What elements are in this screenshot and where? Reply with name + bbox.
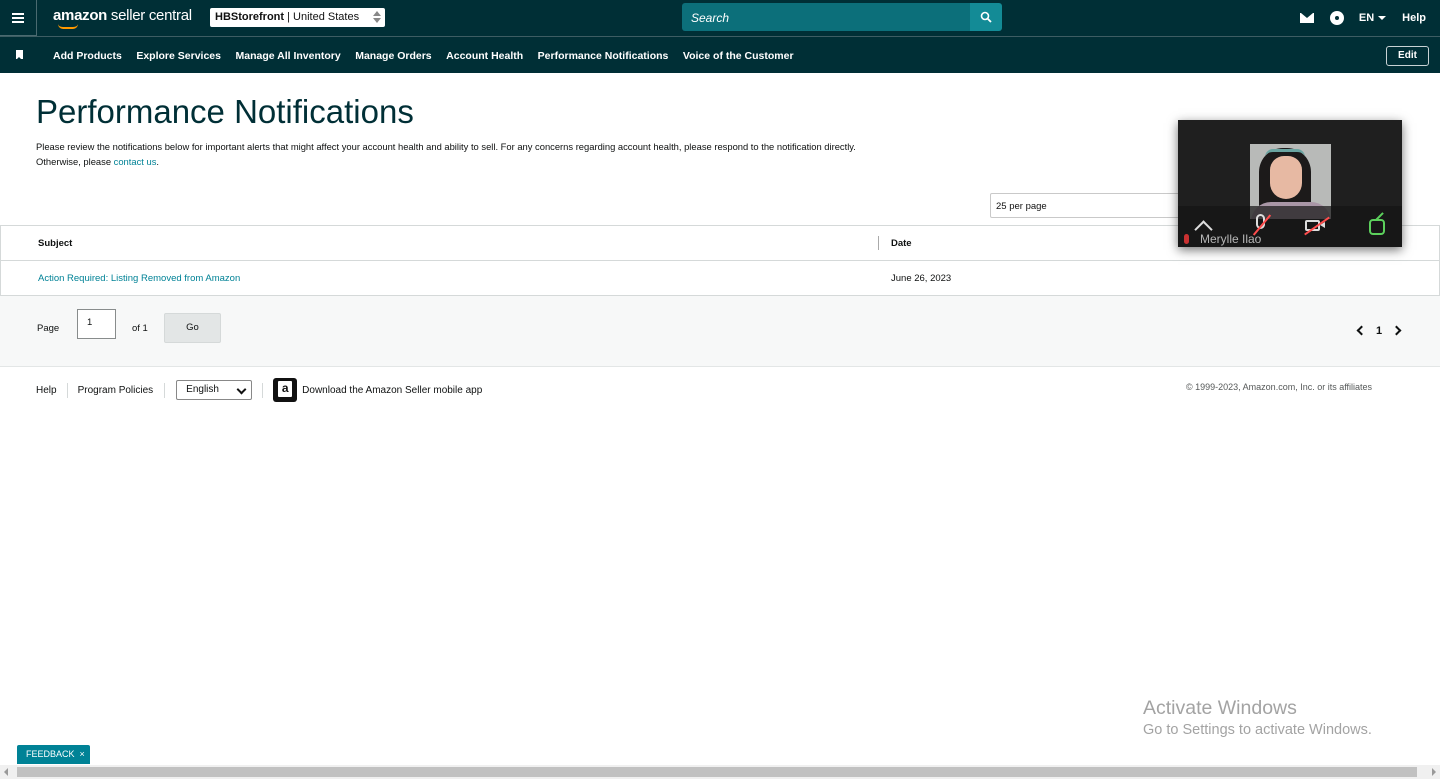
nav-item-add-products[interactable]: Add Products [53,50,122,62]
download-app-link[interactable]: Download the Amazon Seller mobile app [302,385,482,396]
chevron-left-icon[interactable] [1356,325,1367,336]
contact-us-link[interactable]: contact us [114,156,157,167]
nav-links: Add Products Explore Services Manage All… [53,37,808,74]
chevron-right-icon[interactable] [1391,325,1402,336]
amazon-smile-icon [58,24,78,29]
pagination-bar: Page 1 of 1 Go 1 [0,296,1440,367]
feedback-label: FEEDBACK [26,749,75,759]
updown-arrows-icon [373,11,381,23]
windows-activation-title: Activate Windows [1143,697,1297,719]
intro-line-1: Please review the notifications below fo… [36,141,856,152]
notification-date: June 26, 2023 [891,273,952,284]
store-selector[interactable]: HBStorefront | United States [210,8,385,27]
intro-line-2-suffix: . [156,156,159,167]
page-of-label: of 1 [132,323,148,334]
footer-divider [262,382,264,398]
top-bar: amazon seller central HBStorefront | Uni… [0,0,1440,36]
help-link[interactable]: Help [1402,12,1426,24]
column-divider [878,236,879,250]
nav-item-account-health[interactable]: Account Health [446,50,523,62]
nav-item-manage-all-inventory[interactable]: Manage All Inventory [235,50,340,62]
seller-central-logo[interactable]: amazon seller central [53,7,192,24]
nav-item-performance-notifications[interactable]: Performance Notifications [538,50,669,62]
current-page-number[interactable]: 1 [1376,325,1382,337]
participant-name: Merylle Ilao [1200,232,1262,246]
footer-divider [164,382,166,398]
feedback-tab[interactable]: FEEDBACK × [17,745,90,764]
logo-text-strong: amazon [53,7,108,24]
footer-help-link[interactable]: Help [36,385,57,396]
edit-nav-button[interactable]: Edit [1386,46,1429,66]
page-navigator: 1 [1355,325,1405,339]
search-placeholder: Search [691,11,730,25]
bookmark-icon[interactable] [16,50,23,60]
search-button[interactable] [970,3,1002,31]
nav-bar: Add Products Explore Services Manage All… [0,36,1440,73]
logo-text-rest: seller central [107,7,192,24]
muted-indicator-icon [1184,234,1189,244]
scroll-left-icon[interactable] [4,768,8,776]
go-button[interactable]: Go [164,313,221,343]
footer-divider [66,382,68,398]
hamburger-icon[interactable] [0,0,37,36]
search-icon [980,11,992,23]
nav-item-voice-of-the-customer[interactable]: Voice of the Customer [683,50,794,62]
column-header-subject[interactable]: Subject [38,238,72,249]
store-region: | United States [284,11,360,23]
footer-language-select[interactable]: English [176,380,253,400]
search-input[interactable]: Search [682,3,970,31]
page-title: Performance Notifications [36,93,414,130]
page-label: Page [37,323,60,334]
windows-activation-subtitle: Go to Settings to activate Windows. [1143,722,1372,738]
gear-icon[interactable] [1329,11,1344,25]
intro-text: Please review the notifications below fo… [36,139,976,169]
intro-line-2-prefix: Otherwise, please [36,156,114,167]
page-number-input[interactable]: 1 [77,309,116,339]
store-name: HBStorefront [215,11,285,23]
mail-icon[interactable] [1299,13,1314,23]
top-right-controls: EN Help [1299,0,1440,36]
notification-subject-link[interactable]: Action Required: Listing Removed from Am… [38,273,240,284]
footer: Help Program Policies English Download t… [36,378,482,402]
intro-line-2: Otherwise, please contact us. [36,154,976,169]
scrollbar-thumb[interactable] [17,767,1417,777]
video-controls: Merylle Ilao [1178,206,1402,247]
amazon-app-icon[interactable] [273,378,298,402]
per-page-select[interactable]: 25 per page [990,193,1188,218]
participant-headband [1265,149,1305,157]
video-call-overlay[interactable]: Merylle Ilao [1178,120,1402,247]
copyright-text: © 1999-2023, Amazon.com, Inc. or its aff… [1186,382,1373,392]
column-header-date[interactable]: Date [891,238,912,249]
horizontal-scrollbar[interactable] [0,765,1440,779]
nav-item-manage-orders[interactable]: Manage Orders [355,50,431,62]
language-selector[interactable]: EN [1359,12,1386,24]
participant-face [1270,156,1302,199]
scroll-right-icon[interactable] [1432,768,1436,776]
share-screen-icon[interactable] [1369,219,1385,235]
footer-program-policies-link[interactable]: Program Policies [78,385,154,396]
nav-item-explore-services[interactable]: Explore Services [136,50,221,62]
close-icon[interactable]: × [80,749,85,759]
table-row: Action Required: Listing Removed from Am… [1,262,1439,296]
